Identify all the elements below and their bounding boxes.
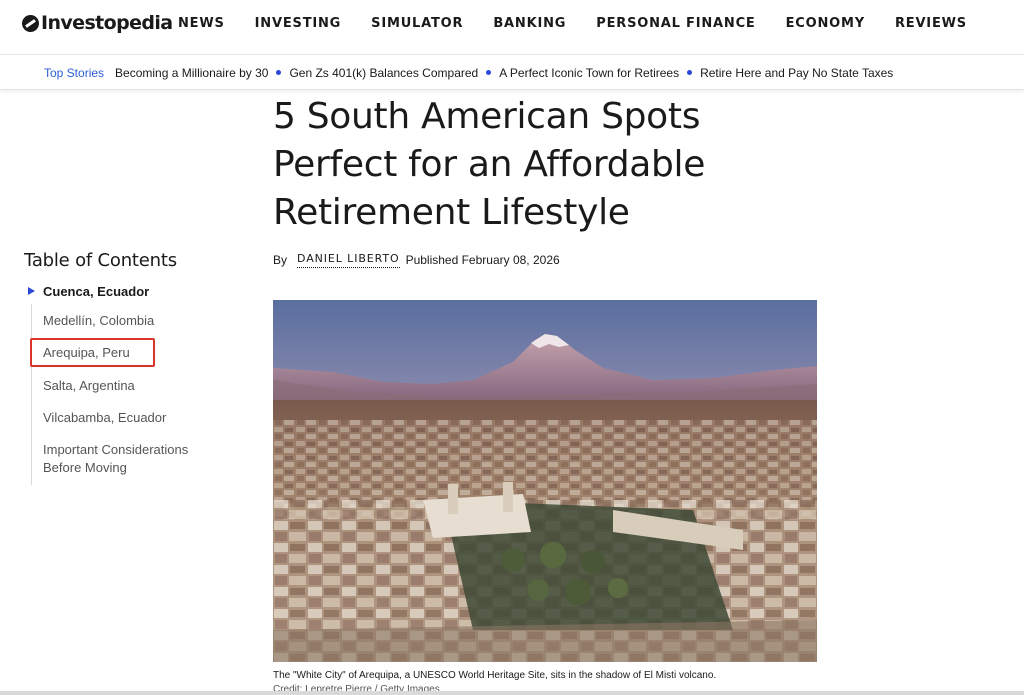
top-stories-label[interactable]: Top Stories: [44, 66, 104, 80]
top-story-link[interactable]: A Perfect Iconic Town for Retirees: [499, 66, 679, 80]
main-nav: NEWS INVESTING SIMULATOR BANKING PERSONA…: [178, 0, 997, 47]
nav-item-news[interactable]: NEWS: [178, 16, 225, 31]
toc-highlight-box: [30, 338, 155, 367]
nav-item-economy[interactable]: ECONOMY: [786, 16, 865, 31]
toc-item-considerations[interactable]: Important Considerations Before Moving: [43, 441, 218, 477]
top-story-link[interactable]: Becoming a Millionaire by 30: [115, 66, 268, 80]
toc-item-medellin[interactable]: Medellín, Colombia: [43, 312, 154, 330]
bullet-dot-icon: [486, 70, 492, 75]
article-byline: By DANIEL LIBERTO Published February 08,…: [273, 252, 560, 268]
site-logo[interactable]: Investopedia: [22, 12, 173, 34]
top-story-link[interactable]: Gen Zs 401(k) Balances Compared: [289, 66, 478, 80]
hero-image: [273, 300, 817, 662]
page-divider: [0, 691, 1024, 695]
by-label: By: [273, 253, 288, 267]
toc-title: Table of Contents: [24, 250, 177, 271]
nav-item-banking[interactable]: BANKING: [493, 16, 566, 31]
article-title: 5 South American Spots Perfect for an Af…: [273, 96, 706, 233]
toc-active-arrow-icon: [28, 287, 35, 295]
published-date: Published February 08, 2026: [405, 253, 560, 267]
toc-item-salta[interactable]: Salta, Argentina: [43, 377, 135, 395]
nav-item-reviews[interactable]: REVIEWS: [895, 16, 967, 31]
top-story-link[interactable]: Retire Here and Pay No State Taxes: [700, 66, 893, 80]
image-caption: The "White City" of Arequipa, a UNESCO W…: [273, 670, 717, 681]
site-header: Investopedia NEWS INVESTING SIMULATOR BA…: [0, 0, 1024, 55]
nav-item-simulator[interactable]: SIMULATOR: [371, 16, 463, 31]
bullet-dot-icon: [687, 70, 693, 75]
logo-text: Investopedia: [41, 12, 173, 34]
bullet-dot-icon: [276, 70, 282, 75]
toc-rail: [31, 304, 32, 485]
toc-item-vilcabamba[interactable]: Vilcabamba, Ecuador: [43, 409, 166, 427]
nav-item-personal-finance[interactable]: PERSONAL FINANCE: [596, 16, 755, 31]
nav-item-investing[interactable]: INVESTING: [255, 16, 341, 31]
top-stories-bar: Top Stories Becoming a Millionaire by 30…: [0, 56, 1024, 90]
author-link[interactable]: DANIEL LIBERTO: [297, 252, 400, 268]
arequipa-cityscape-illustration: [273, 300, 817, 662]
toc-item-cuenca[interactable]: Cuenca, Ecuador: [43, 283, 149, 301]
logo-mark-icon: [22, 14, 39, 32]
